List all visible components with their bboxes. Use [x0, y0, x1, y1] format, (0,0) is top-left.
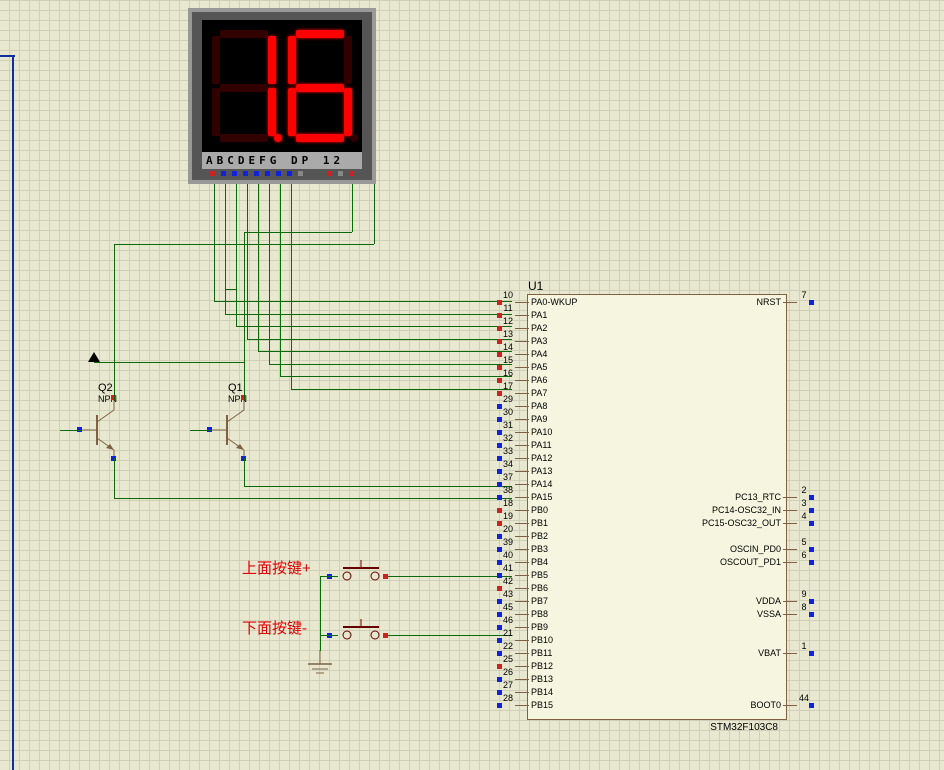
pin-VBAT: 1 VBAT	[758, 648, 811, 658]
ground-symbol-icon	[305, 650, 335, 680]
digit-2	[284, 26, 356, 146]
button-icon	[335, 560, 395, 584]
pin-PB15: 28 PB15	[501, 700, 553, 710]
button-icon	[335, 619, 395, 643]
annotation-minus: 下面按键-	[242, 617, 307, 638]
q2-ref: Q2	[98, 382, 113, 394]
push-button-minus[interactable]	[335, 619, 395, 648]
transistor-q1[interactable]: Q1 NPN	[212, 400, 262, 465]
seven-segment-display[interactable]: ABCDEFG DP 12	[188, 8, 376, 184]
pin-NRST: 7 NRST	[757, 297, 812, 307]
q1-ref: Q1	[228, 382, 243, 394]
pin-BOOT0: 44 BOOT0	[750, 700, 811, 710]
chip-part-number: STM32F103C8	[710, 722, 778, 733]
npn-symbol-icon	[212, 400, 262, 460]
chip-ref: U1	[528, 279, 543, 293]
annotation-plus: 上面按键+	[242, 557, 311, 578]
segment-pin-labels: ABCDEFG DP 12	[202, 152, 362, 169]
power-arrow-icon	[88, 352, 100, 362]
pin-PC15-OSC32_OUT: 4 PC15-OSC32_OUT	[702, 518, 811, 528]
transistor-q2[interactable]: Q2 NPN	[82, 400, 132, 465]
npn-symbol-icon	[82, 400, 132, 460]
push-button-plus[interactable]	[335, 560, 395, 589]
pin-OSCOUT_PD1: 6 OSCOUT_PD1	[720, 557, 811, 567]
page-border	[12, 55, 14, 770]
digit-1	[208, 26, 280, 146]
pin-VSSA: 8 VSSA	[757, 609, 811, 619]
